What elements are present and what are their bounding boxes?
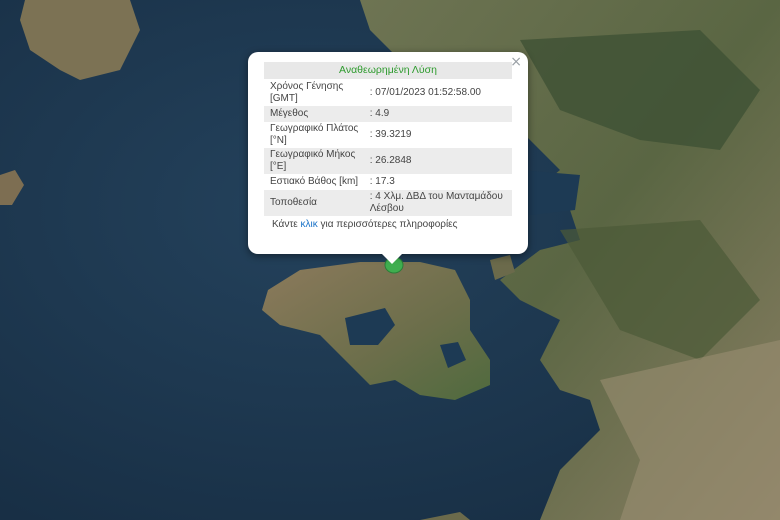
row-value-depth: : 17.3 bbox=[369, 176, 395, 187]
close-popup-button[interactable]: × bbox=[510, 55, 522, 69]
row-label-longitude: Γεωγραφικό Μήκος [°E] bbox=[264, 148, 368, 174]
row-value-longitude: : 26.2848 bbox=[367, 148, 512, 174]
row-label-origin-time: Χρόνος Γένησης [GMT] bbox=[270, 81, 344, 104]
row-label-depth: Εστιακό Βάθος [km] bbox=[270, 176, 359, 187]
row-value-location: : 4 Χλμ. ΔΒΔ του Μανταμάδου Λέσβου bbox=[367, 190, 512, 216]
row-label-location: Τοποθεσία bbox=[264, 190, 368, 216]
row-label-magnitude: Μέγεθος bbox=[264, 106, 368, 122]
row-value-magnitude: : 4.9 bbox=[367, 106, 512, 122]
table-row: Μέγεθος : 4.9 bbox=[264, 106, 512, 122]
table-row: Γεωγραφικό Μήκος [°E] : 26.2848 bbox=[264, 148, 512, 174]
satellite-map[interactable]: × Αναθεωρημένη Λύση Χρόνος Γένησης [GMT]… bbox=[0, 0, 780, 520]
table-row: Χρόνος Γένησης [GMT] : 07/01/2023 01:52:… bbox=[264, 80, 512, 106]
more-info-prefix: Κάντε bbox=[272, 219, 301, 230]
table-row: Εστιακό Βάθος [km] : 17.3 bbox=[264, 174, 512, 190]
row-label-latitude: Γεωγραφικό Πλάτος [°N] bbox=[270, 123, 359, 146]
more-info-suffix: για περισσότερες πληροφορίες bbox=[317, 219, 458, 230]
more-info-text: Κάντε κλικ για περισσότερες πληροφορίες bbox=[264, 219, 512, 230]
table-row: Γεωγραφικό Πλάτος [°N] : 39.3219 bbox=[264, 122, 512, 148]
earthquake-info-popup: × Αναθεωρημένη Λύση Χρόνος Γένησης [GMT]… bbox=[248, 52, 528, 264]
earthquake-info-table: Χρόνος Γένησης [GMT] : 07/01/2023 01:52:… bbox=[264, 80, 512, 216]
popup-title: Αναθεωρημένη Λύση bbox=[264, 62, 512, 79]
row-value-origin-time: : 07/01/2023 01:52:58.00 bbox=[369, 87, 481, 98]
table-row: Τοποθεσία : 4 Χλμ. ΔΒΔ του Μανταμάδου Λέ… bbox=[264, 190, 512, 216]
row-value-latitude: : 39.3219 bbox=[369, 129, 412, 140]
more-info-link[interactable]: κλικ bbox=[301, 219, 318, 230]
